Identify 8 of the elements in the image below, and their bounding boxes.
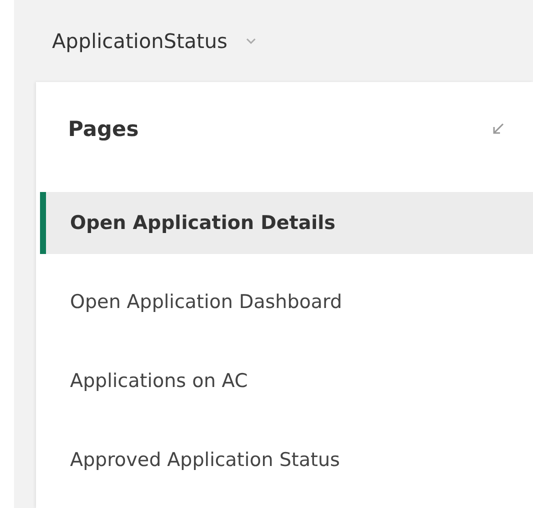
page-item[interactable]: Applications on AC xyxy=(40,341,533,420)
page-item[interactable]: Open Application Details xyxy=(40,192,533,254)
pane-heading: Pages xyxy=(68,117,139,141)
chevron-down-icon[interactable] xyxy=(245,37,258,45)
page-item[interactable]: Open Application Dashboard xyxy=(40,262,533,341)
report-title: ApplicationStatus xyxy=(52,29,228,53)
page-item[interactable]: Approved Application Status xyxy=(40,420,533,499)
collapse-icon[interactable] xyxy=(491,122,505,136)
